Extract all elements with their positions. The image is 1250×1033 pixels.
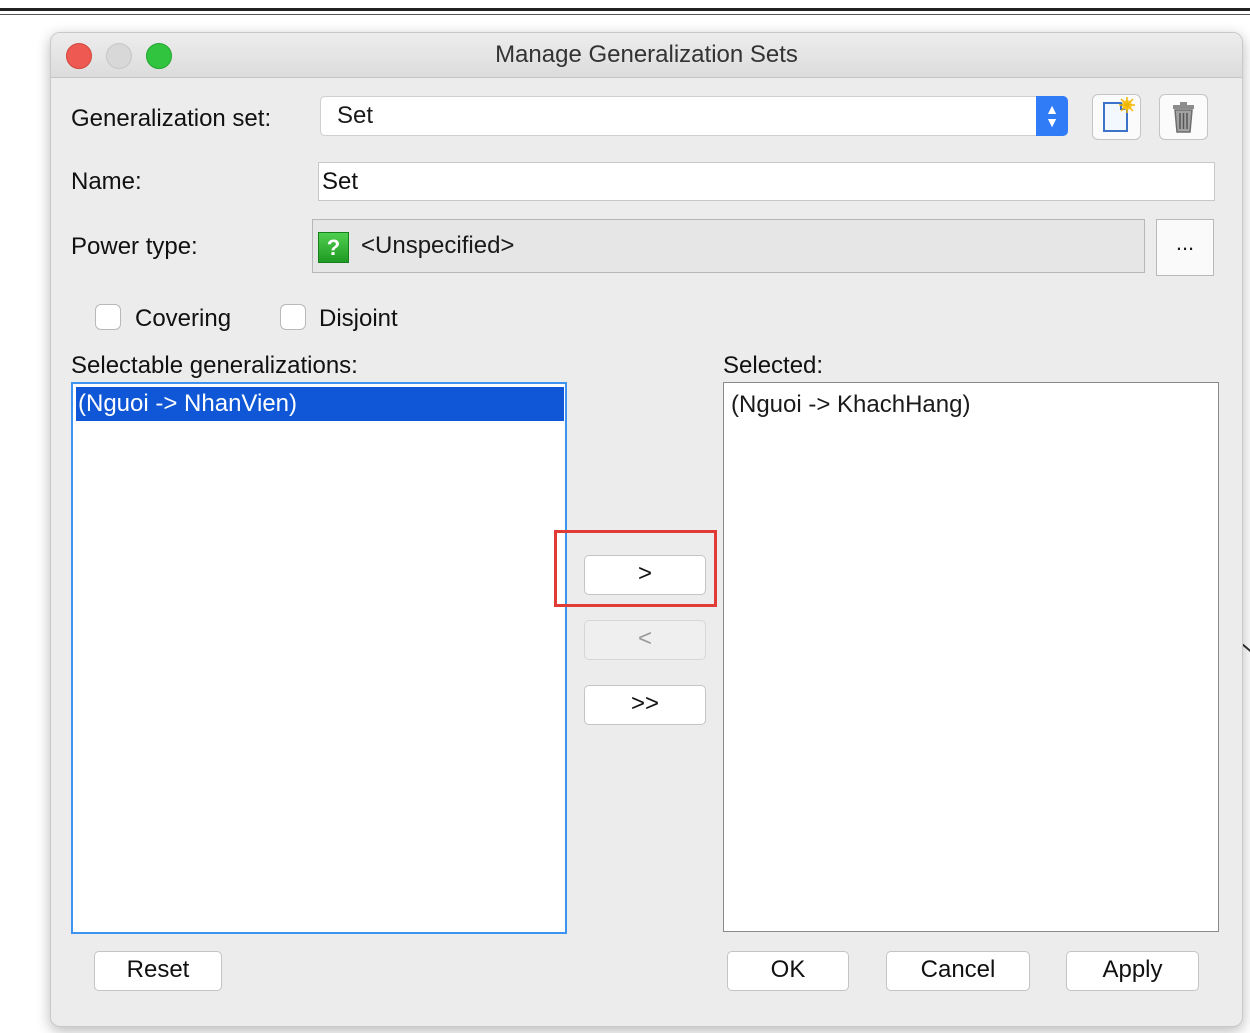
- list-item[interactable]: (Nguoi -> NhanVien): [76, 387, 564, 421]
- trash-icon: [1173, 102, 1194, 133]
- window-title: Manage Generalization Sets: [495, 41, 798, 68]
- apply-button[interactable]: Apply: [1066, 951, 1199, 991]
- disjoint-checkbox[interactable]: [280, 304, 306, 330]
- ok-button[interactable]: OK: [727, 951, 849, 991]
- name-label: Name:: [71, 168, 142, 195]
- delete-set-button[interactable]: [1159, 94, 1208, 140]
- power-type-browse-button[interactable]: ...: [1156, 219, 1214, 276]
- add-selected-button[interactable]: >: [584, 555, 706, 595]
- selectable-generalizations-label: Selectable generalizations:: [71, 352, 358, 379]
- covering-label[interactable]: Covering: [135, 305, 231, 333]
- disjoint-label[interactable]: Disjoint: [319, 305, 398, 333]
- question-icon: ?: [318, 232, 349, 263]
- selectable-generalizations-list[interactable]: (Nguoi -> NhanVien): [71, 382, 567, 934]
- generalization-set-label: Generalization set:: [71, 105, 272, 132]
- remove-selected-button[interactable]: <: [584, 620, 706, 660]
- top-border-line: [0, 8, 1250, 11]
- covering-checkbox[interactable]: [95, 304, 121, 330]
- power-type-label: Power type:: [71, 233, 198, 260]
- new-set-button[interactable]: [1092, 94, 1141, 140]
- cancel-button[interactable]: Cancel: [886, 951, 1030, 991]
- manage-generalization-sets-dialog: Manage Generalization Sets Generalizatio…: [50, 32, 1243, 1027]
- generalization-set-select[interactable]: Set ▲ ▼: [320, 96, 1068, 136]
- background-connector-line: [1241, 643, 1250, 655]
- updown-chevron-icon: ▲ ▼: [1036, 96, 1068, 136]
- reset-button[interactable]: Reset: [94, 951, 222, 991]
- title-bar: Manage Generalization Sets: [51, 33, 1242, 78]
- name-field-wrapper: [318, 162, 1215, 201]
- new-document-icon: [1103, 97, 1135, 132]
- name-field[interactable]: [319, 163, 1214, 200]
- power-type-field[interactable]: ? <Unspecified>: [312, 219, 1145, 273]
- selected-label: Selected:: [723, 352, 824, 379]
- list-item[interactable]: (Nguoi -> KhachHang): [729, 388, 970, 422]
- add-all-button[interactable]: >>: [584, 685, 706, 725]
- top-border-line-thin: [0, 14, 1250, 15]
- generalization-set-value: Set: [337, 102, 374, 129]
- selected-generalizations-list[interactable]: (Nguoi -> KhachHang): [723, 382, 1219, 932]
- power-type-value: <Unspecified>: [361, 232, 515, 259]
